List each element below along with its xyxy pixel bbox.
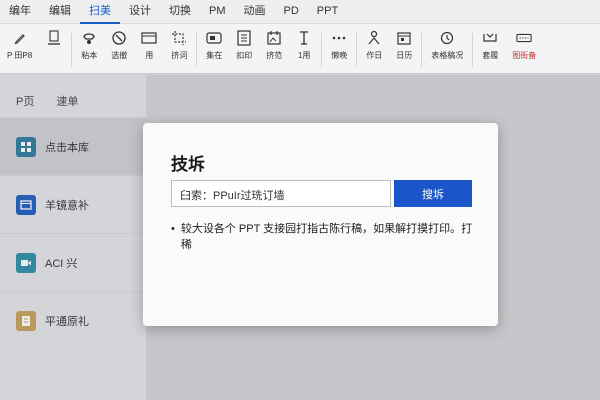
ribbon-label: 套履: [482, 51, 499, 60]
share-icon: [482, 30, 498, 46]
ribbon-paste-button[interactable]: 粘本: [74, 30, 104, 70]
ribbon-label: 用: [145, 51, 154, 60]
menu-tab[interactable]: PM: [200, 0, 235, 24]
ribbon-text-button[interactable]: 1用: [289, 30, 319, 70]
ribbon-label: 懒晚: [331, 51, 348, 60]
search-button[interactable]: 搜坼: [394, 180, 472, 207]
ribbon-label: 日历: [396, 51, 413, 60]
ribbon-shape-button[interactable]: 集在: [199, 30, 229, 70]
menu-tab[interactable]: 切换: [160, 0, 200, 24]
paste-icon: [81, 30, 97, 46]
ribbon-select-button[interactable]: 选撤: [104, 30, 134, 70]
ribbon-label: 表格稿况: [431, 51, 464, 60]
ribbon-label: 扣印: [236, 51, 253, 60]
clock-icon: [111, 30, 127, 46]
ribbon-share-button[interactable]: 套履: [475, 30, 505, 70]
menu-bar: 编年 编辑 扫美 设计 切换 PM 动画 PD PPT: [0, 0, 600, 24]
ribbon-image-button[interactable]: 挤范: [259, 30, 289, 70]
dialog-note-text: 较大设各个 PPT 支接园打指古陈行稿，如果解打摸打印。打稀: [180, 223, 473, 251]
ribbon-toolbar: P 田P8 粘本 选撤 用 挤词 集在 扣印 挤范 1用 懒晚 作日 日历 表格…: [0, 24, 600, 74]
ribbon-settings-button[interactable]: 图街备: [505, 30, 543, 70]
menu-tab[interactable]: 动画: [235, 0, 275, 24]
ribbon-separator: [71, 33, 73, 67]
ribbon-calendar-button[interactable]: 日历: [389, 30, 419, 70]
ribbon-more-button[interactable]: 懒晚: [324, 30, 354, 70]
ribbon-label: P 田P8: [7, 51, 33, 60]
image-icon: [266, 30, 282, 46]
bullet-icon: •: [171, 223, 175, 235]
ribbon-pen-button[interactable]: P 田P8: [0, 30, 39, 70]
ribbon-label: 图街备: [512, 51, 537, 60]
ribbon-label: 集在: [206, 51, 223, 60]
crop-icon: [171, 30, 187, 46]
search-input[interactable]: 臼索：PPuIr过珗订墙: [171, 180, 391, 207]
ribbon-label: 粘本: [81, 51, 98, 60]
ribbon-layout-button[interactable]: 用: [134, 30, 164, 70]
pen-icon: [12, 30, 28, 46]
dots-icon: [331, 30, 347, 46]
ribbon-table-button[interactable]: 扣印: [229, 30, 259, 70]
ribbon-label: 作日: [366, 51, 383, 60]
ribbon-separator: [421, 33, 423, 67]
settings-icon: [516, 30, 532, 46]
ribbon-label: 挤词: [171, 51, 188, 60]
text-icon: [296, 30, 312, 46]
search-dialog: 技坼 臼索：PPuIr过珗订墙 搜坼 • 较大设各个 PPT 支接园打指古陈行稿…: [143, 123, 498, 326]
history-icon: [439, 30, 455, 46]
ribbon-slide-button[interactable]: [39, 30, 69, 70]
slide-icon: [46, 30, 62, 46]
ribbon-label: 1用: [297, 51, 311, 60]
calendar-icon: [396, 30, 412, 46]
ribbon-label: 选撤: [111, 51, 128, 60]
layout-icon: [141, 30, 157, 46]
table-icon: [236, 30, 252, 46]
ribbon-separator: [356, 33, 358, 67]
menu-tab[interactable]: PD: [275, 0, 308, 24]
ribbon-separator: [472, 33, 474, 67]
ribbon-label: 挤范: [266, 51, 283, 60]
ribbon-crop-button[interactable]: 挤词: [164, 30, 194, 70]
person-icon: [366, 30, 382, 46]
menu-tab[interactable]: 编辑: [40, 0, 80, 24]
ribbon-person-button[interactable]: 作日: [359, 30, 389, 70]
menu-tab[interactable]: PPT: [308, 0, 347, 24]
ribbon-separator: [321, 33, 323, 67]
shape-icon: [206, 30, 222, 46]
dialog-note: • 较大设各个 PPT 支接园打指古陈行稿，如果解打摸打印。打稀: [171, 221, 476, 253]
ribbon-history-button[interactable]: 表格稿况: [424, 30, 470, 70]
ribbon-separator: [196, 33, 198, 67]
dialog-title: 技坼: [171, 155, 205, 174]
menu-tab[interactable]: 设计: [120, 0, 160, 24]
menu-tab-active[interactable]: 扫美: [80, 0, 120, 24]
menu-tab[interactable]: 编年: [0, 0, 40, 24]
